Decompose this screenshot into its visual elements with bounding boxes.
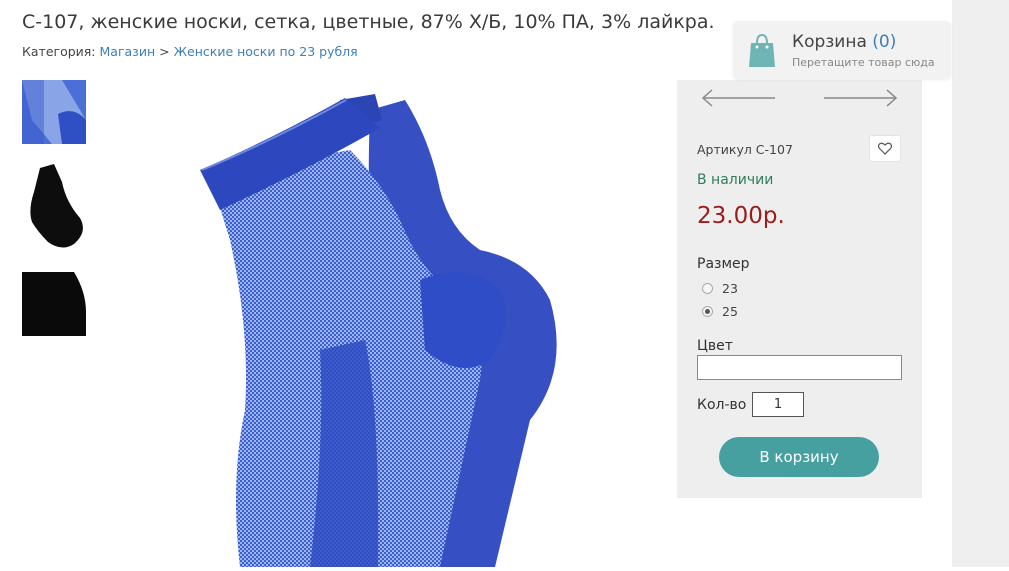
breadcrumb-link-category[interactable]: Женские носки по 23 рубля: [174, 44, 358, 59]
previous-arrow-icon[interactable]: [700, 88, 776, 112]
cart-hint: Перетащите товар сюда: [792, 56, 935, 69]
favorite-button[interactable]: [869, 135, 901, 162]
size-option-label: 23: [722, 281, 738, 296]
product-price: 23.00р.: [697, 203, 785, 229]
size-option-23[interactable]: 23: [702, 281, 738, 296]
page-title: С-107, женские носки, сетка, цветные, 87…: [22, 11, 715, 33]
thumbnail-black-sock[interactable]: [22, 162, 86, 254]
heart-icon: [878, 142, 892, 155]
thumbnail-black-sock-detail[interactable]: [22, 272, 86, 336]
size-label: Размер: [697, 256, 750, 272]
breadcrumb-prefix: Категория:: [22, 44, 96, 59]
quantity-label: Кол-во: [697, 397, 747, 413]
availability-status: В наличии: [697, 172, 774, 188]
quantity-input[interactable]: 1: [752, 392, 804, 417]
thumbnail-blue-sock[interactable]: [22, 80, 86, 144]
add-to-cart-button[interactable]: В корзину: [719, 437, 879, 477]
cart-count: (0): [872, 32, 897, 52]
size-option-25[interactable]: 25: [702, 304, 738, 319]
color-label: Цвет: [697, 338, 733, 354]
page-edge-strip: [952, 0, 1009, 567]
main-product-image: [150, 80, 620, 567]
color-field[interactable]: [697, 355, 902, 380]
sku-label: Артикул С-107: [697, 142, 793, 157]
breadcrumb-separator: >: [159, 44, 170, 59]
size-radio-25[interactable]: [702, 306, 713, 317]
breadcrumb: Категория: Магазин > Женские носки по 23…: [22, 44, 358, 59]
size-radio-23[interactable]: [702, 283, 713, 294]
cart-title: Корзина (0): [792, 32, 896, 52]
breadcrumb-link-shop[interactable]: Магазин: [100, 44, 156, 59]
cart-title-text: Корзина: [792, 32, 867, 52]
next-arrow-icon[interactable]: [823, 88, 899, 112]
size-option-label: 25: [722, 304, 738, 319]
shopping-bag-icon: [749, 33, 775, 71]
cart-widget[interactable]: Корзина (0) Перетащите товар сюда: [733, 21, 951, 79]
